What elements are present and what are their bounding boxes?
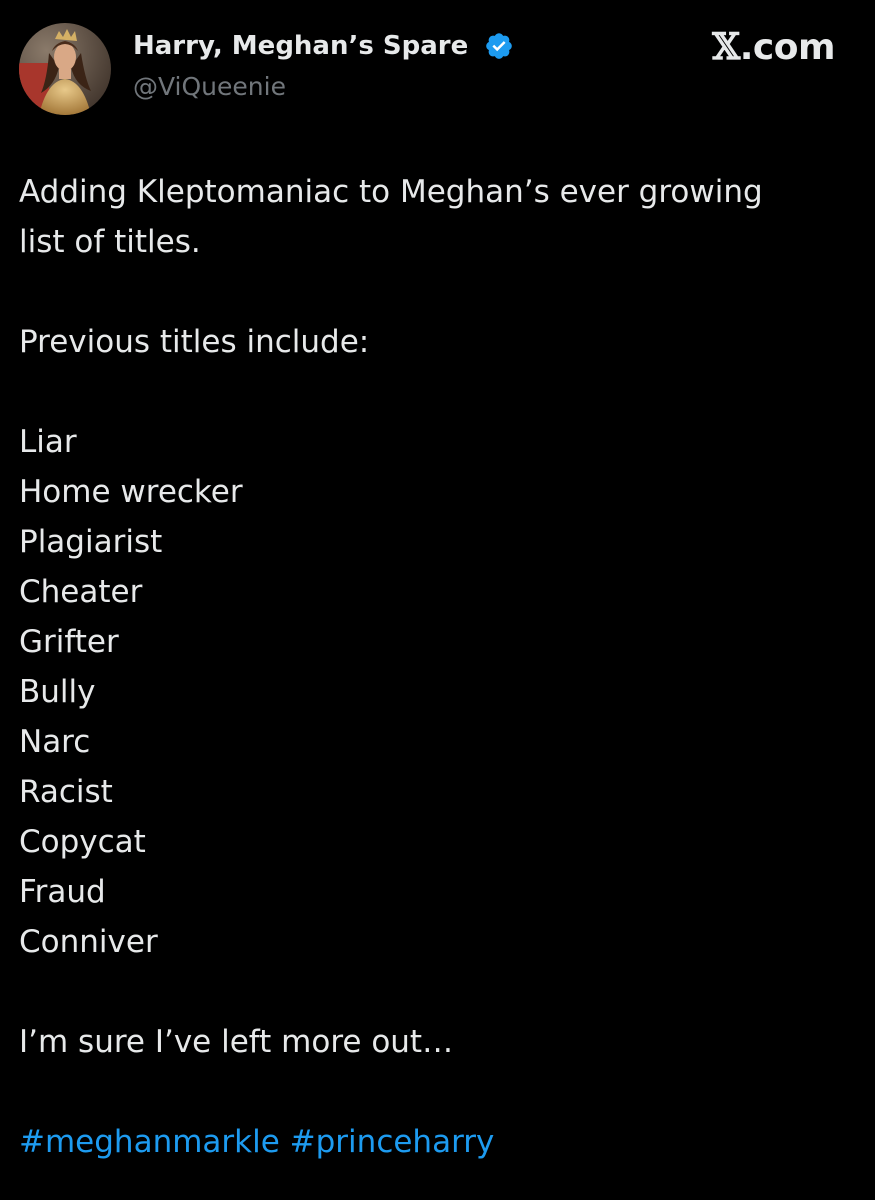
hashtag-link[interactable]: #princeharry xyxy=(290,1124,495,1160)
title-list-item: Narc xyxy=(19,724,91,760)
author-handle[interactable]: @ViQueenie xyxy=(133,70,286,104)
avatar[interactable] xyxy=(19,23,111,115)
title-list-item: Home wrecker xyxy=(19,474,243,510)
post-intro-line: list of titles. xyxy=(19,224,201,260)
post-intro-line: Adding Kleptomaniac to Meghan’s ever gro… xyxy=(19,174,763,210)
title-list-item: Cheater xyxy=(19,574,143,610)
title-list-item: Copycat xyxy=(19,824,146,860)
hashtag-row: #meghanmarkle #princeharry xyxy=(19,1117,849,1167)
title-list-item: Liar xyxy=(19,424,77,460)
hashtag-link[interactable]: #meghanmarkle xyxy=(19,1124,280,1160)
profile-photo-icon xyxy=(19,23,111,115)
verified-badge-icon xyxy=(486,33,512,59)
source-watermark: 𝕏.com xyxy=(712,25,835,70)
title-list-item: Plagiarist xyxy=(19,524,163,560)
post-text: Adding Kleptomaniac to Meghan’s ever gro… xyxy=(19,167,849,1167)
post-closing-line: I’m sure I’ve left more out… xyxy=(19,1024,454,1060)
author-display-name[interactable]: Harry, Meghan’s Spare xyxy=(133,28,468,64)
x-logo-icon: 𝕏 xyxy=(712,26,740,68)
title-list-item: Grifter xyxy=(19,624,119,660)
title-list-item: Conniver xyxy=(19,924,158,960)
title-list-item: Bully xyxy=(19,674,96,710)
list-heading: Previous titles include: xyxy=(19,324,370,360)
title-list-item: Racist xyxy=(19,774,113,810)
title-list-item: Fraud xyxy=(19,874,106,910)
tweet-card: Harry, Meghan’s Spare @ViQueenie 𝕏.com A… xyxy=(0,0,875,1200)
source-domain: .com xyxy=(739,27,836,68)
